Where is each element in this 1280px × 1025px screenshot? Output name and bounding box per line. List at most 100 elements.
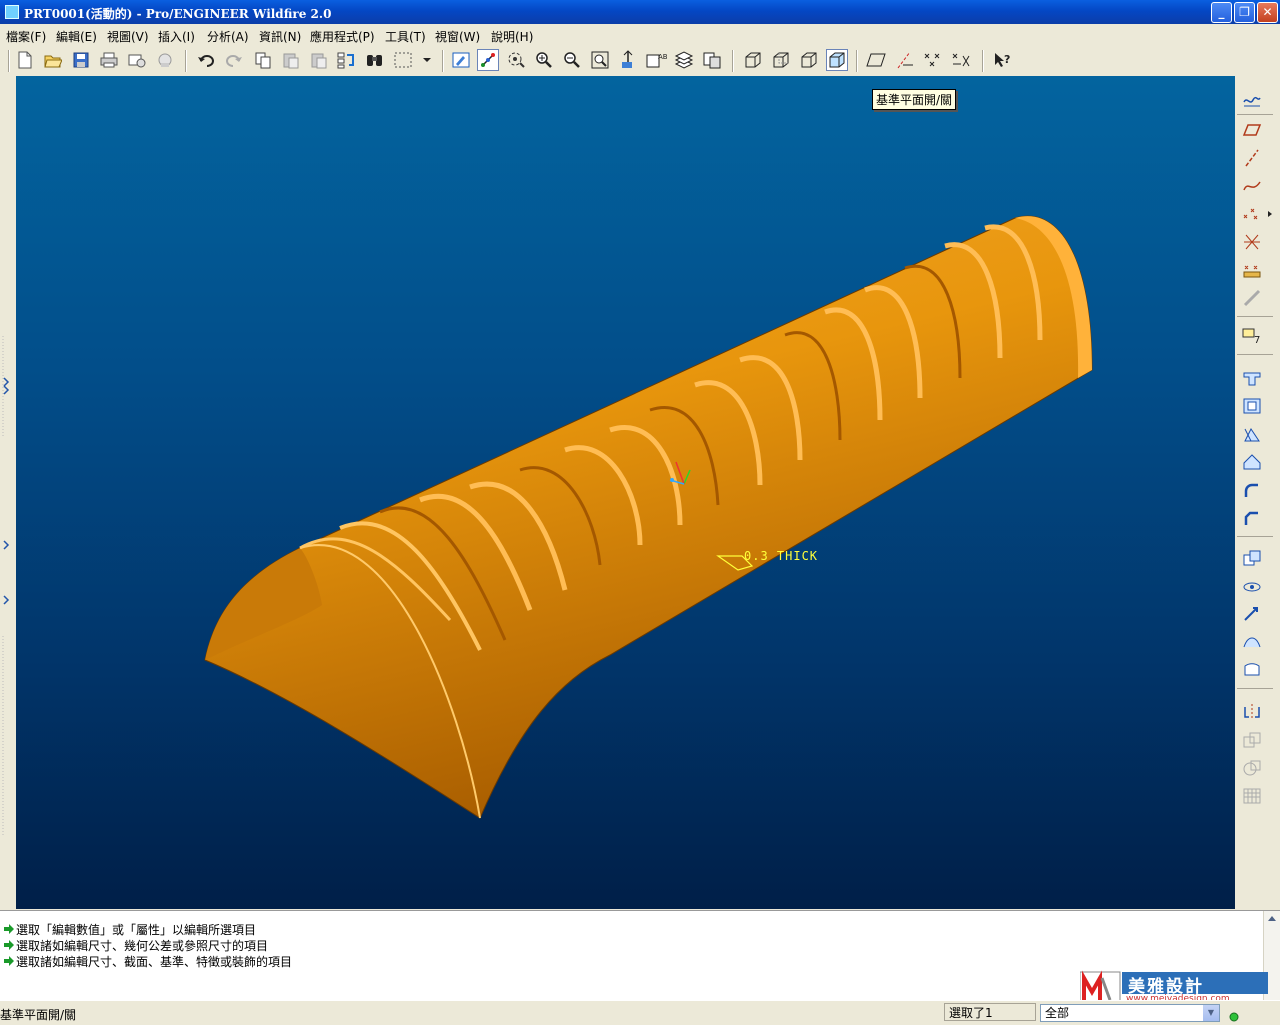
- extrude-icon[interactable]: [1239, 366, 1265, 390]
- menu-analysis[interactable]: 分析(A): [207, 28, 249, 45]
- trim-icon[interactable]: [1239, 756, 1265, 780]
- hidden-line-icon[interactable]: [770, 49, 792, 71]
- menu-view[interactable]: 視圖(V): [107, 28, 149, 45]
- window-title: PRT0001(活動的) - Pro/ENGINEER Wildfire 2.0: [24, 7, 332, 21]
- refit-icon[interactable]: [589, 49, 611, 71]
- coord-sys-toggle-icon[interactable]: [950, 49, 972, 71]
- datum-point-toggle-icon[interactable]: [922, 49, 944, 71]
- view-manager-icon[interactable]: [701, 49, 723, 71]
- analysis-feature-icon[interactable]: [1239, 258, 1265, 282]
- find-icon[interactable]: [364, 49, 386, 71]
- toolbar-separator: [1237, 688, 1273, 689]
- context-help-icon[interactable]: ?: [992, 49, 1014, 71]
- note-icon[interactable]: 7: [1239, 324, 1265, 348]
- print-icon[interactable]: [98, 49, 120, 71]
- open-file-icon[interactable]: [42, 49, 64, 71]
- sketched-datum-icon[interactable]: [1239, 286, 1265, 310]
- maximize-button[interactable]: ❐: [1234, 2, 1255, 23]
- sketch-icon[interactable]: [1239, 88, 1265, 112]
- boundary-blend-icon[interactable]: [1239, 546, 1265, 570]
- warp-icon[interactable]: [1239, 630, 1265, 654]
- redo-icon[interactable]: [223, 49, 245, 71]
- message-text: 選取諸如編輯尺寸、截面、基準、特徵或裝飾的項目: [16, 954, 293, 969]
- toolbar-separator: [1237, 114, 1273, 115]
- filter-select[interactable]: 全部 ▼: [1040, 1004, 1220, 1022]
- send-link-icon[interactable]: [154, 49, 176, 71]
- save-icon[interactable]: [70, 49, 92, 71]
- menu-help[interactable]: 說明(H): [491, 28, 533, 45]
- reorient-icon[interactable]: [617, 49, 639, 71]
- menu-tools[interactable]: 工具(T): [385, 28, 426, 45]
- style-icon[interactable]: [1239, 658, 1265, 682]
- coordinate-system-icon[interactable]: [1239, 230, 1265, 254]
- swept-blend-icon[interactable]: [1239, 602, 1265, 626]
- variable-sweep-icon[interactable]: [1239, 574, 1265, 598]
- selection-count: 選取了1: [944, 1003, 1036, 1021]
- close-button[interactable]: ✕: [1257, 2, 1278, 23]
- select-dropdown-icon[interactable]: [416, 49, 438, 71]
- repaint-icon[interactable]: [450, 49, 472, 71]
- toolbar-grip: [8, 50, 10, 72]
- zoom-out-icon[interactable]: [561, 49, 583, 71]
- chamfer-icon[interactable]: [1239, 506, 1265, 530]
- paste-special-icon[interactable]: [308, 49, 330, 71]
- datum-plane-toggle-icon[interactable]: [866, 49, 888, 71]
- select-box-icon[interactable]: [392, 49, 414, 71]
- toolbar-separator: [1237, 354, 1273, 355]
- corrugated-pipe-model[interactable]: [16, 76, 1235, 909]
- spin-center-icon[interactable]: [477, 49, 499, 71]
- datum-curve-icon[interactable]: [1239, 174, 1265, 198]
- status-light-icon: [1229, 1012, 1239, 1022]
- datum-point-flyout-icon[interactable]: [1265, 202, 1275, 226]
- minimize-button[interactable]: _: [1211, 2, 1232, 23]
- no-hidden-icon[interactable]: [798, 49, 820, 71]
- svg-text:?: ?: [1004, 53, 1010, 66]
- zoom-in-icon[interactable]: [533, 49, 555, 71]
- pattern-icon[interactable]: [1239, 784, 1265, 808]
- message-line: 選取「編輯數值」或「屬性」以編輯所選項目: [4, 921, 256, 937]
- arrow-right-icon: [4, 956, 14, 966]
- menu-applications[interactable]: 應用程式(P): [310, 28, 375, 45]
- menu-bar: 檔案(F) 編輯(E) 視圖(V) 插入(I) 分析(A) 資訊(N) 應用程式…: [0, 24, 1280, 46]
- copy-icon[interactable]: [252, 49, 274, 71]
- send-mail-icon[interactable]: [126, 49, 148, 71]
- message-line: 選取諸如編輯尺寸、幾何公差或參照尺寸的項目: [4, 937, 268, 953]
- mirror-icon[interactable]: [1239, 700, 1265, 724]
- toolbar-separator: [982, 50, 984, 72]
- title-bar: PRT0001(活動的) - Pro/ENGINEER Wildfire 2.0…: [0, 0, 1280, 24]
- layers-icon[interactable]: [673, 49, 695, 71]
- round-icon[interactable]: [1239, 478, 1265, 502]
- undo-icon[interactable]: [195, 49, 217, 71]
- orient-mode-icon[interactable]: [505, 49, 527, 71]
- datum-axis-icon[interactable]: [1239, 146, 1265, 170]
- draft-icon[interactable]: [1239, 422, 1265, 446]
- menu-window[interactable]: 視窗(W): [435, 28, 480, 45]
- toolbar-separator: [1237, 536, 1273, 537]
- filter-value: 全部: [1045, 1006, 1070, 1020]
- toolbar-separator: [442, 50, 444, 72]
- status-text: 基準平面開/關: [0, 1008, 77, 1022]
- datum-axis-toggle-icon[interactable]: [894, 49, 916, 71]
- menu-edit[interactable]: 編輯(E): [56, 28, 97, 45]
- toolbar-separator: [1237, 316, 1273, 317]
- menu-file[interactable]: 檔案(F): [6, 28, 46, 45]
- rib-icon[interactable]: [1239, 450, 1265, 474]
- svg-text:AB: AB: [658, 53, 667, 61]
- graphics-viewport[interactable]: [16, 76, 1235, 909]
- menu-insert[interactable]: 插入(I): [158, 28, 195, 45]
- saved-views-icon[interactable]: AB: [645, 49, 667, 71]
- datum-point-icon[interactable]: [1239, 202, 1265, 226]
- regenerate-icon[interactable]: [336, 49, 358, 71]
- paste-icon[interactable]: [280, 49, 302, 71]
- wireframe-icon[interactable]: [742, 49, 764, 71]
- datum-plane-icon[interactable]: [1239, 118, 1265, 142]
- shell-icon[interactable]: [1239, 394, 1265, 418]
- shading-icon[interactable]: [826, 49, 848, 71]
- new-file-icon[interactable]: [14, 49, 36, 71]
- status-bar: 基準平面開/關 選取了1 全部 ▼: [0, 1000, 1280, 1025]
- app-icon[interactable]: [5, 5, 19, 19]
- merge-icon[interactable]: [1239, 728, 1265, 752]
- thick-annotation[interactable]: 0.3 THICK: [744, 549, 818, 563]
- chevron-down-icon[interactable]: ▼: [1203, 1005, 1219, 1021]
- menu-info[interactable]: 資訊(N): [259, 28, 301, 45]
